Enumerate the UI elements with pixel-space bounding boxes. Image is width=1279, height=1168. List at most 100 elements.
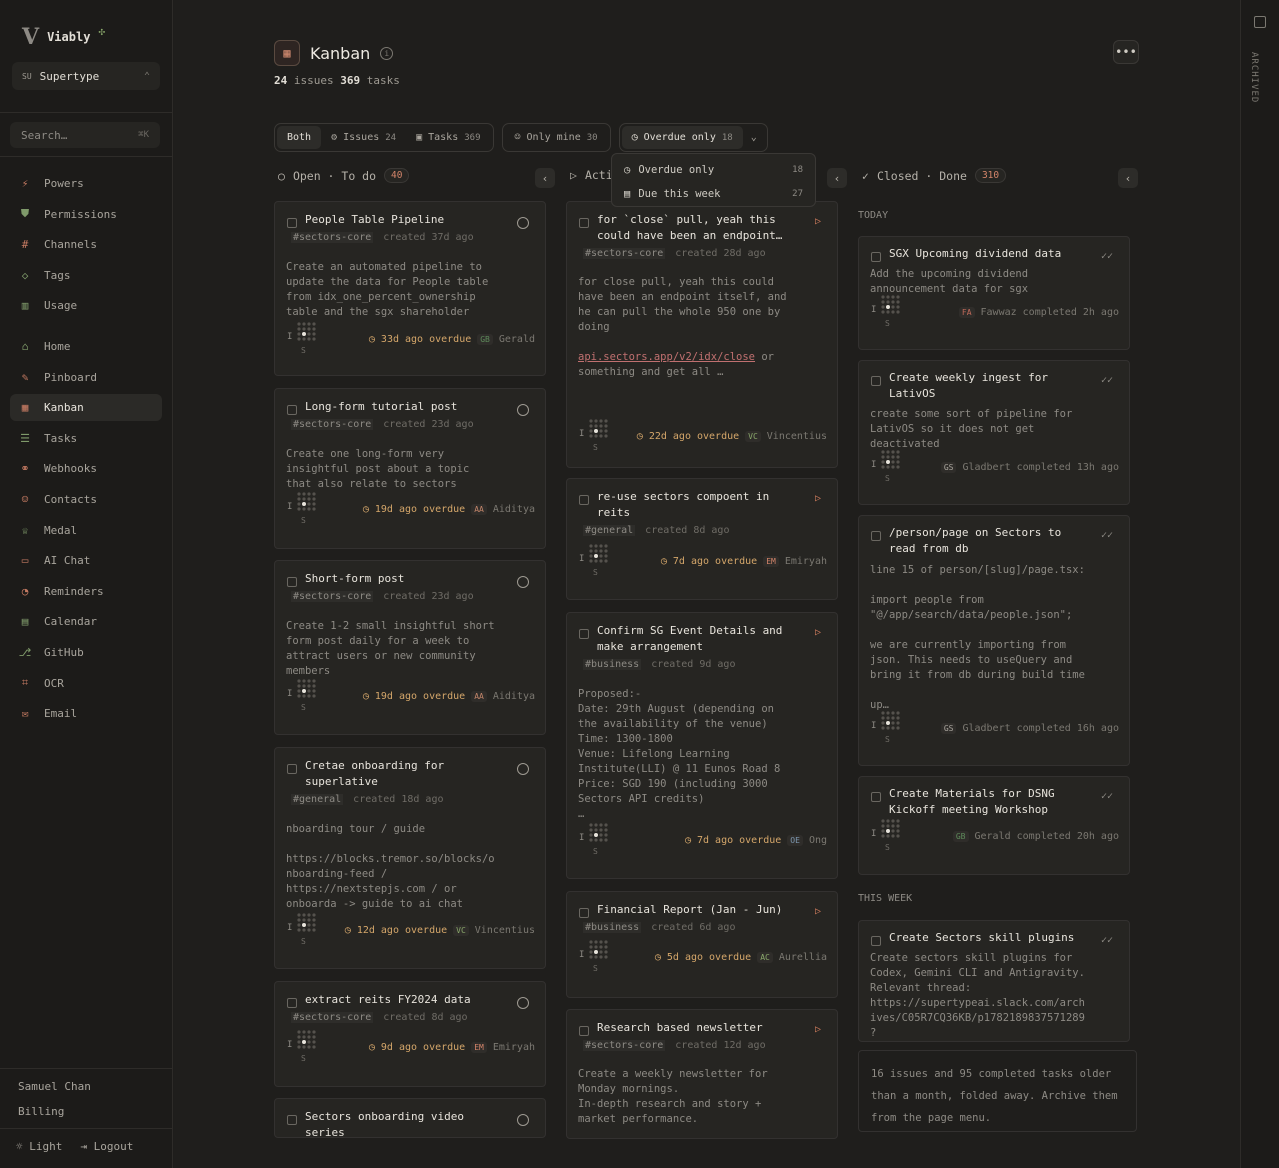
- tag-chip[interactable]: #business: [583, 659, 642, 670]
- logout-button[interactable]: ⇥ Logout: [80, 1140, 133, 1153]
- sidebar-item-channels[interactable]: # Channels: [10, 231, 162, 258]
- filter-overdue[interactable]: ◷ Overdue only 18: [621, 126, 743, 149]
- closed-card[interactable]: SGX Upcoming dividend data ✓✓ Add the upco…: [858, 236, 1130, 350]
- sidebar-item-webhooks[interactable]: ⚭ Webhooks: [10, 455, 162, 482]
- play-icon[interactable]: ▷: [815, 906, 821, 917]
- sidebar-item-permissions[interactable]: ⛊ Permissions: [10, 201, 162, 228]
- play-icon: ▷: [570, 168, 577, 182]
- sidebar-item-ai-chat[interactable]: ▭ AI Chat: [10, 547, 162, 574]
- search-input[interactable]: Search… ⌘K: [10, 122, 160, 148]
- user-name[interactable]: Samuel Chan: [18, 1080, 91, 1093]
- sidebar-item-home[interactable]: ⌂ Home: [10, 333, 162, 360]
- status-circle-icon[interactable]: [517, 576, 529, 588]
- billing-link[interactable]: Billing: [18, 1105, 64, 1118]
- assignee-name: Gerald: [498, 334, 535, 345]
- sidebar-item-label: Permissions: [44, 207, 117, 221]
- status-circle-icon[interactable]: [517, 217, 529, 229]
- play-icon[interactable]: ▷: [815, 1024, 821, 1035]
- sidebar-item-github[interactable]: ⎇ GitHub: [10, 639, 162, 666]
- tasks-label: tasks: [366, 74, 400, 87]
- tag-chip[interactable]: #sectors-core: [583, 248, 666, 259]
- status-circle-icon[interactable]: [517, 1114, 529, 1126]
- tag-chip[interactable]: #sectors-core: [291, 1012, 374, 1023]
- open-card[interactable]: Sectors onboarding video series: [274, 1098, 546, 1138]
- panel-icon[interactable]: [1254, 16, 1266, 28]
- column-open-header: ○ Open · To do 40: [278, 168, 410, 183]
- sidebar-item-contacts[interactable]: ☺ Contacts: [10, 486, 162, 513]
- dropdown-item-due-week[interactable]: ▤ Due this week 27: [616, 182, 811, 206]
- sidebar-item-usage[interactable]: ▥ Usage: [10, 292, 162, 319]
- theme-toggle[interactable]: ☼ Light: [16, 1140, 62, 1153]
- active-card[interactable]: Financial Report (Jan - Jun) ▷ #business cr…: [566, 891, 838, 998]
- brand[interactable]: V Viably ✣: [22, 24, 105, 50]
- sidebar-item-email[interactable]: ✉ Email: [10, 700, 162, 727]
- overdue-filter[interactable]: ◷ Overdue only 18 ⌄: [618, 123, 768, 152]
- open-card[interactable]: Short-form post #sectors-core created 23d …: [274, 560, 546, 735]
- closed-card[interactable]: Create Sectors skill plugins ✓✓ Create sec…: [858, 920, 1130, 1042]
- kanban-icon: ▦: [21, 401, 29, 415]
- page-menu-button[interactable]: •••: [1113, 40, 1139, 64]
- filter-mine[interactable]: ☺ Only mine 30: [505, 126, 608, 149]
- tag-chip[interactable]: #sectors-core: [583, 1040, 666, 1051]
- overdue-dropdown-toggle[interactable]: ⌄: [743, 126, 765, 149]
- sidebar-item-powers[interactable]: ⚡ Powers: [10, 170, 162, 197]
- lock-icon: [287, 218, 297, 228]
- tag-chip[interactable]: #general: [583, 525, 636, 536]
- mine-filter[interactable]: ☺ Only mine 30: [501, 123, 611, 152]
- play-icon[interactable]: ▷: [815, 216, 821, 227]
- workspace-switcher[interactable]: SU Supertype ⌃: [12, 62, 160, 90]
- column-open-collapse[interactable]: ‹: [535, 168, 555, 188]
- sidebar-item-label: Usage: [44, 299, 78, 313]
- sidebar-item-kanban[interactable]: ▦ Kanban: [10, 394, 162, 422]
- play-icon[interactable]: ▷: [815, 493, 821, 504]
- open-card[interactable]: People Table Pipeline #sectors-core create…: [274, 201, 546, 376]
- endpoint-link[interactable]: api.sectors.app/v2/idx/close: [578, 351, 755, 363]
- column-closed-collapse[interactable]: ‹: [1118, 168, 1138, 188]
- card-meta: #sectors-core created 28d ago: [583, 248, 766, 259]
- sidebar-item-reminders[interactable]: ◔ Reminders: [10, 578, 162, 605]
- sun-icon: ☼: [16, 1140, 30, 1153]
- archived-rail[interactable]: ARCHIVED: [1240, 0, 1279, 1168]
- tag-chip[interactable]: #business: [583, 922, 642, 933]
- dropdown-item-overdue[interactable]: ◷ Overdue only 18: [616, 158, 811, 182]
- status-circle-icon[interactable]: [517, 404, 529, 416]
- card-title: Research based newsletter: [597, 1021, 763, 1034]
- closed-card[interactable]: Create weekly ingest for LativOS ✓✓ create…: [858, 360, 1130, 505]
- play-icon[interactable]: ▷: [815, 627, 821, 638]
- type-filter: Both ⚙ Issues 24 ▣ Tasks 369: [274, 123, 494, 152]
- sidebar-item-tasks[interactable]: ☰ Tasks: [10, 425, 162, 452]
- status-circle-icon[interactable]: [517, 997, 529, 1009]
- open-card[interactable]: extract reits FY2024 data #sectors-core cr…: [274, 981, 546, 1087]
- tag-chip[interactable]: #sectors-core: [291, 591, 374, 602]
- active-card[interactable]: re-use sectors compoent in reits ▷ #genera…: [566, 478, 838, 600]
- calendar-icon: ▤: [624, 188, 631, 200]
- open-card[interactable]: Cretae onboarding for superlative #genera…: [274, 747, 546, 969]
- lock-icon: [871, 936, 881, 946]
- filter-tasks[interactable]: ▣ Tasks 369: [406, 126, 490, 149]
- tag-chip[interactable]: #general: [291, 794, 344, 805]
- powers-icon: ⚡: [21, 177, 29, 190]
- card-body: Create an automated pipeline to update t…: [286, 261, 489, 318]
- sidebar-item-tags[interactable]: ◇ Tags: [10, 262, 162, 289]
- overdue-dropdown: ◷ Overdue only 18 ▤ Due this week 27: [611, 153, 816, 207]
- filter-issues[interactable]: ⚙ Issues 24: [321, 126, 406, 149]
- active-card[interactable]: Confirm SG Event Details and make arrang…: [566, 612, 838, 879]
- closed-card[interactable]: Create Materials for DSNG Kickoff meetin…: [858, 776, 1130, 875]
- card-meta: #general created 18d ago: [291, 794, 443, 805]
- sidebar-item-ocr[interactable]: ⌗ OCR: [10, 670, 162, 697]
- active-card[interactable]: Research based newsletter ▷ #sectors-core c…: [566, 1009, 838, 1139]
- sidebar-item-pinboard[interactable]: ✎ Pinboard: [10, 364, 162, 391]
- closed-card[interactable]: /person/page on Sectors to read from db ✓…: [858, 515, 1130, 766]
- status-circle-icon[interactable]: [517, 763, 529, 775]
- tag-chip[interactable]: #sectors-core: [291, 232, 374, 243]
- column-active-collapse[interactable]: ‹: [827, 168, 847, 188]
- info-icon[interactable]: i: [380, 46, 394, 60]
- sidebar-item-label: Calendar: [44, 615, 97, 629]
- sidebar-item-medal[interactable]: ♕ Medal: [10, 517, 162, 544]
- dropdown-item-count: 27: [792, 189, 803, 199]
- active-card[interactable]: for `close` pull, yeah this could have b…: [566, 201, 838, 468]
- open-card[interactable]: Long-form tutorial post #sectors-core crea…: [274, 388, 546, 549]
- sidebar-item-calendar[interactable]: ▤ Calendar: [10, 608, 162, 635]
- tag-chip[interactable]: #sectors-core: [291, 419, 374, 430]
- filter-both[interactable]: Both: [277, 126, 322, 149]
